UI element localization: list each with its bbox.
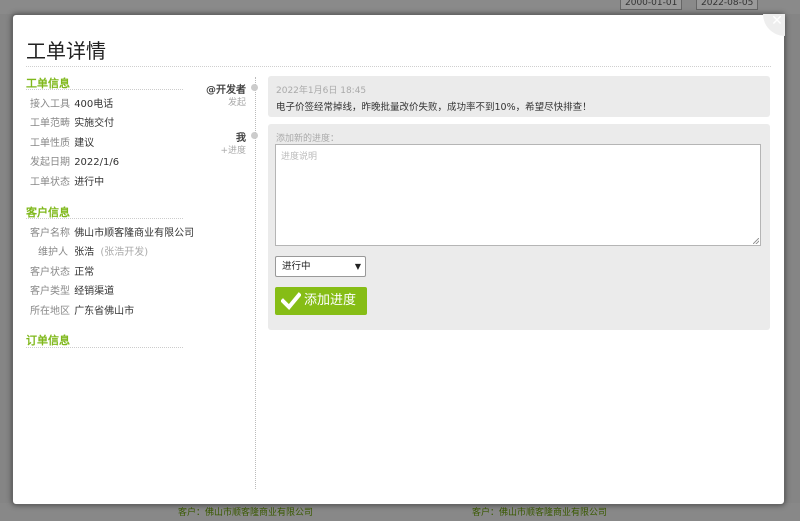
customer-row-maintainer: 维护人 张浩 (张浩开发) — [30, 243, 148, 258]
entry-author: 我 — [236, 133, 246, 144]
close-button[interactable]: ✕ — [763, 13, 785, 36]
row-value: 2022/1/6 — [74, 157, 120, 168]
bg-footer-text: 客户：佛山市顺客隆商业有限公司 — [472, 508, 608, 518]
entry-action: +进度 — [220, 146, 246, 156]
customer-name: 佛山市顺客隆商业有限公司 — [74, 228, 195, 239]
close-icon[interactable]: ✕ — [771, 13, 783, 29]
row-label: 发起日期 — [30, 157, 70, 168]
row-label: 客户状态 — [30, 267, 70, 278]
row-value: 进行中 — [74, 177, 105, 188]
row-label: 工单范畴 — [30, 118, 70, 129]
maintainer-note: (张浩开发) — [100, 247, 149, 258]
row-label: 客户类型 — [30, 286, 70, 297]
section-divider — [26, 347, 183, 348]
timeline-dot — [251, 84, 258, 91]
row-label: 工单性质 — [30, 138, 70, 149]
row-label: 客户名称 — [30, 228, 70, 239]
row-value: 400电话 — [74, 99, 114, 110]
entry-author: @开发者 — [206, 85, 246, 96]
progress-status-select[interactable]: 进行中 ▼ — [275, 256, 366, 277]
row-value: 实施交付 — [74, 118, 115, 129]
entry-text: 电子价签经常掉线，昨晚批量改价失败，成功率不到10%，希望尽快排查！ — [276, 102, 592, 113]
ticket-row-date: 发起日期 2022/1/6 — [30, 153, 119, 168]
entry-time: 2022年1月6日 18:45 — [276, 86, 367, 96]
add-progress-label: 添加新的进度： — [276, 134, 340, 144]
timeline-dot — [251, 132, 258, 139]
customer-row-region: 所在地区 广东省佛山市 — [30, 302, 134, 317]
resize-handle-icon[interactable] — [753, 238, 759, 244]
timeline-entry-initial: 2022年1月6日 18:45 电子价签经常掉线，昨晚批量改价失败，成功率不到1… — [268, 76, 770, 117]
section-divider — [26, 89, 183, 90]
customer-row-name: 客户名称 佛山市顺客隆商业有限公司 — [30, 224, 194, 239]
order-info-title: 订单信息 — [26, 334, 70, 347]
title-divider — [26, 66, 771, 67]
customer-row-type: 客户类型 经销渠道 — [30, 282, 114, 297]
row-label: 维护人 — [38, 247, 68, 258]
add-progress-button[interactable]: 添加进度 — [275, 287, 367, 315]
ticket-row-nature: 工单性质 建议 — [30, 134, 94, 149]
modal-title: 工单详情 — [26, 39, 106, 63]
progress-description-input[interactable]: 进度说明 — [275, 144, 761, 246]
section-divider — [26, 218, 183, 219]
bg-footer-text: 客户：佛山市顺客隆商业有限公司 — [178, 508, 314, 518]
checkmark-icon — [281, 292, 301, 310]
row-label: 接入工具 — [30, 99, 70, 110]
customer-row-status: 客户状态 正常 — [30, 263, 94, 278]
bg-date-to: 2022-08-05 — [696, 0, 759, 10]
progress-placeholder: 进度说明 — [281, 152, 318, 162]
row-label: 工单状态 — [30, 177, 70, 188]
customer-status: 正常 — [74, 267, 95, 278]
ticket-row-category: 工单范畴 实施交付 — [30, 114, 114, 129]
ticket-row-status: 工单状态 进行中 — [30, 173, 104, 188]
maintainer-name: 张浩 — [74, 247, 95, 258]
background-footer: 客户：佛山市顺客隆商业有限公司 客户：佛山市顺客隆商业有限公司 — [0, 503, 800, 521]
entry-action: 发起 — [227, 98, 246, 108]
ticket-row-tool: 接入工具 400电话 — [30, 95, 113, 110]
row-value: 建议 — [74, 138, 95, 149]
bg-date-from: 2000-01-01 — [620, 0, 683, 10]
add-progress-panel: 添加新的进度： 进度说明 进行中 ▼ 添加进度 — [268, 124, 770, 330]
row-label: 所在地区 — [30, 306, 70, 317]
select-value: 进行中 — [282, 261, 311, 272]
add-progress-label: 添加进度 — [304, 293, 357, 308]
customer-type: 经销渠道 — [74, 286, 115, 297]
customer-region: 广东省佛山市 — [74, 306, 135, 317]
ticket-detail-modal: ✕ 工单详情 工单信息 接入工具 400电话 工单范畴 实施交付 工单性质 建议… — [12, 13, 785, 505]
dropdown-arrow-icon: ▼ — [354, 262, 361, 271]
